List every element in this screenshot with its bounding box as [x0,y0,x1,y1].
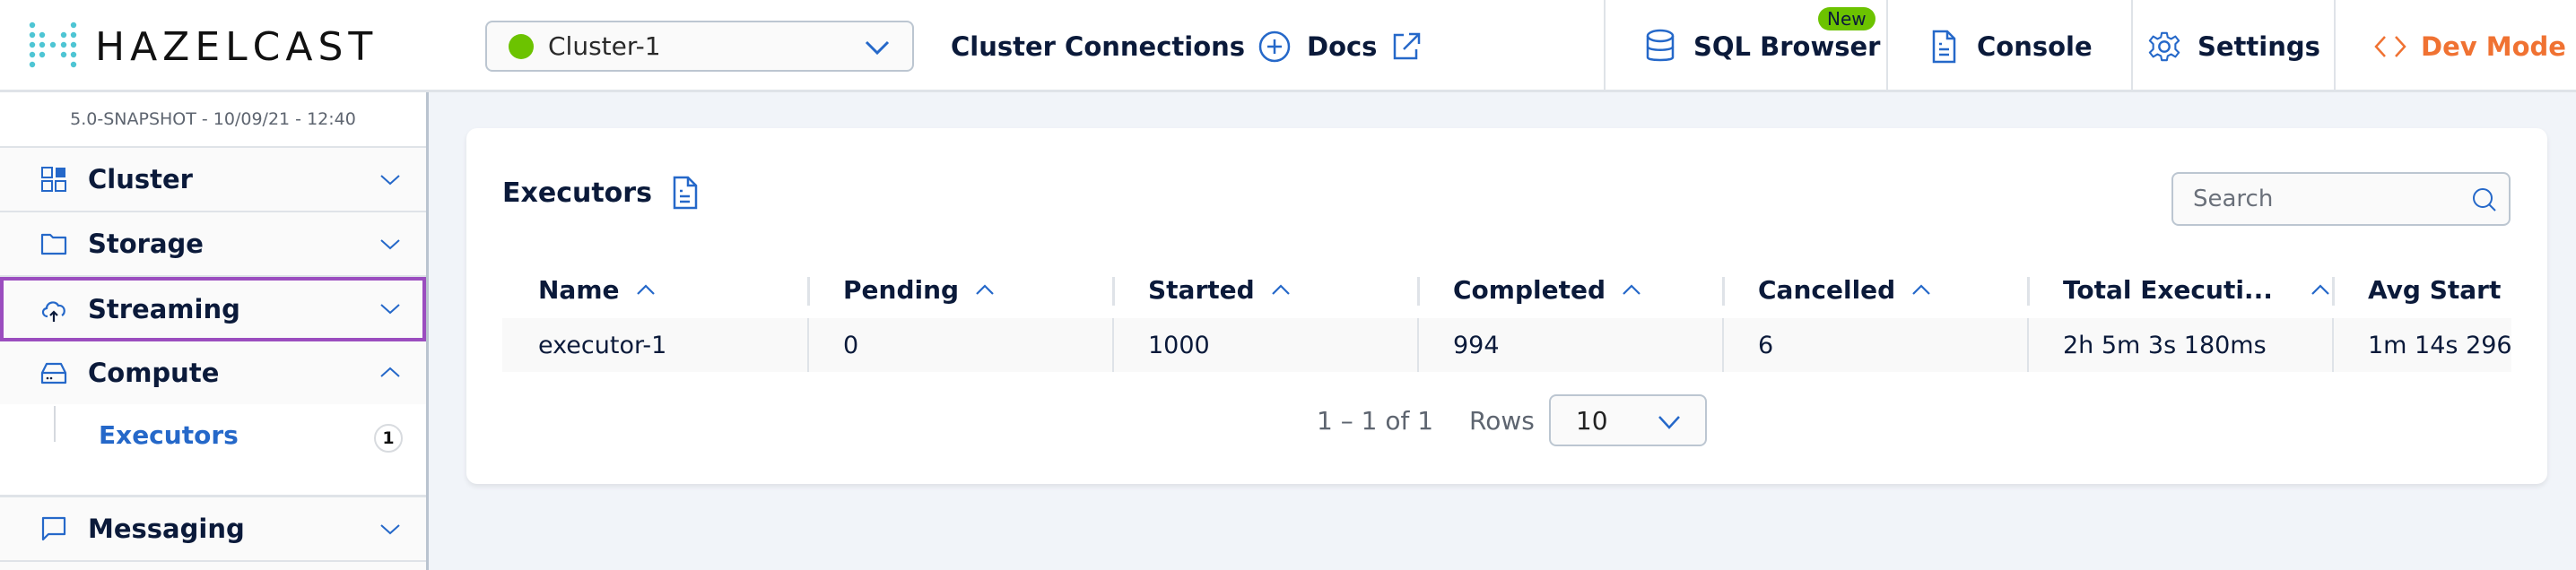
column-header-started[interactable]: Started [1112,261,1417,318]
sort-ascending-icon [976,284,994,295]
column-header-cancelled[interactable]: Cancelled [1722,261,2027,318]
column-header-label: Completed [1453,274,1606,305]
cell-started: 1000 [1112,318,1417,372]
search-icon[interactable] [2471,186,2498,213]
rows-per-page-label: Rows [1469,405,1535,436]
sidebar-item-label: Messaging [88,514,245,544]
sql-browser-label: SQL Browser [1693,30,1881,62]
document-icon [1932,30,1956,63]
cloud-upload-icon [41,301,65,322]
sidebar-item-streaming[interactable]: Streaming [0,277,426,341]
sidebar-item-messaging[interactable]: Messaging [0,497,426,562]
folder-icon [40,233,67,255]
rows-per-page-select[interactable]: 10 [1548,394,1707,446]
column-header-completed[interactable]: Completed [1417,261,1722,318]
sidebar-item-storage[interactable]: Storage [0,212,426,277]
chevron-up-icon [380,367,400,377]
column-header-avg-start-latency[interactable]: Avg Start La [2332,261,2511,318]
hazelcast-logo-icon [29,22,77,68]
grid-icon [41,167,66,192]
executors-table: Name Pending Started Completed Cancelled… [502,261,2511,374]
sidebar-subitem-executors[interactable]: Executors [99,420,239,450]
page-title-text: Executors [502,177,652,209]
cell-total-execution-time: 2h 5m 3s 180ms [2027,318,2332,372]
header-divider [2131,0,2133,90]
database-icon [1646,29,1675,61]
cluster-status-dot [509,33,534,59]
cell-avg-start-latency: 1m 14s 296. [2332,318,2511,372]
sidebar-item-label: Streaming [88,294,240,324]
sidebar-item-label: Compute [88,358,220,388]
cluster-connections-link[interactable]: Cluster Connections [951,0,1292,92]
chevron-down-icon [380,175,400,186]
compute-subnav: Executors 1 [0,404,426,497]
page-title: Executors [502,175,699,211]
search-input[interactable] [2173,186,2442,212]
column-header-label: Total Executi... [2063,274,2273,305]
settings-label: Settings [2197,30,2320,62]
chat-icon [41,516,66,541]
column-header-name[interactable]: Name [502,261,807,318]
rows-per-page-value: 10 [1575,405,1608,436]
server-icon [40,362,67,384]
cell-name: executor-1 [538,331,667,359]
chevron-down-icon [380,239,400,250]
gear-icon [2148,31,2180,61]
header-divider [2334,0,2336,90]
table-header-row: Name Pending Started Completed Cancelled… [502,261,2511,318]
console-link[interactable]: Console [1927,0,2093,92]
docs-label: Docs [1307,30,1378,62]
chevron-down-icon [380,304,400,315]
sort-ascending-icon [1623,284,1640,295]
sidebar-item-cluster[interactable]: Cluster [0,148,426,212]
column-header-pending[interactable]: Pending [807,261,1112,318]
cell-cancelled: 6 [1722,318,2027,372]
column-header-label: Cancelled [1758,274,1896,305]
sidebar-item-compute[interactable]: Compute [0,341,426,404]
search-field[interactable] [2171,172,2511,226]
tree-line [54,406,56,442]
sort-ascending-icon [1912,284,1930,295]
cell-completed: 994 [1417,318,1722,372]
docs-link[interactable]: Docs [1307,0,1423,92]
cluster-selector[interactable]: Cluster-1 [485,21,914,72]
sidebar-item-label: Cluster [88,164,193,194]
external-link-icon [1394,32,1421,59]
dev-mode-toggle[interactable]: Dev Mode [2372,0,2566,92]
add-circle-icon [1258,30,1291,62]
cluster-connections-label: Cluster Connections [951,30,1246,62]
document-icon[interactable] [672,175,699,211]
pagination-range: 1 – 1 of 1 [1317,405,1434,436]
column-header-label: Avg Start La [2368,274,2511,305]
column-header-label: Pending [843,274,960,305]
new-badge: New [1818,7,1875,30]
executors-count-badge: 1 [374,424,403,453]
header-divider [1604,0,1606,90]
top-header: HAZELCAST Cluster-1 Cluster Connections … [0,0,2576,92]
column-header-label: Name [538,274,620,305]
column-header-label: Started [1148,274,1255,305]
header-divider [1886,0,1888,90]
sidebar: 5.0-SNAPSHOT - 10/09/21 - 12:40 Cluster … [0,92,429,570]
chevron-down-icon [380,524,400,535]
sort-ascending-icon [2311,284,2329,295]
column-header-total-execution-time[interactable]: Total Executi... [2027,261,2332,318]
cell-pending: 0 [807,318,1112,372]
logo-text: HAZELCAST [95,23,379,70]
chevron-down-icon [1658,416,1680,429]
sort-ascending-icon [636,284,655,295]
console-label: Console [1977,30,2093,62]
pagination: 1 – 1 of 1 Rows 10 [1317,394,1707,446]
cluster-selector-value: Cluster-1 [548,31,661,61]
version-label: 5.0-SNAPSHOT - 10/09/21 - 12:40 [0,92,426,148]
code-icon [2374,35,2406,57]
chevron-down-icon [865,40,890,56]
sidebar-item-label: Storage [88,229,204,259]
table-row[interactable]: executor-1 0 1000 994 6 2h 5m 3s 180ms 1… [502,318,2511,372]
settings-link[interactable]: Settings [2147,0,2320,92]
hazelcast-logo[interactable]: HAZELCAST [27,20,378,73]
dev-mode-label: Dev Mode [2421,30,2566,62]
sort-ascending-icon [1271,284,1290,295]
executors-card: Executors Name Pending Started [466,128,2547,484]
